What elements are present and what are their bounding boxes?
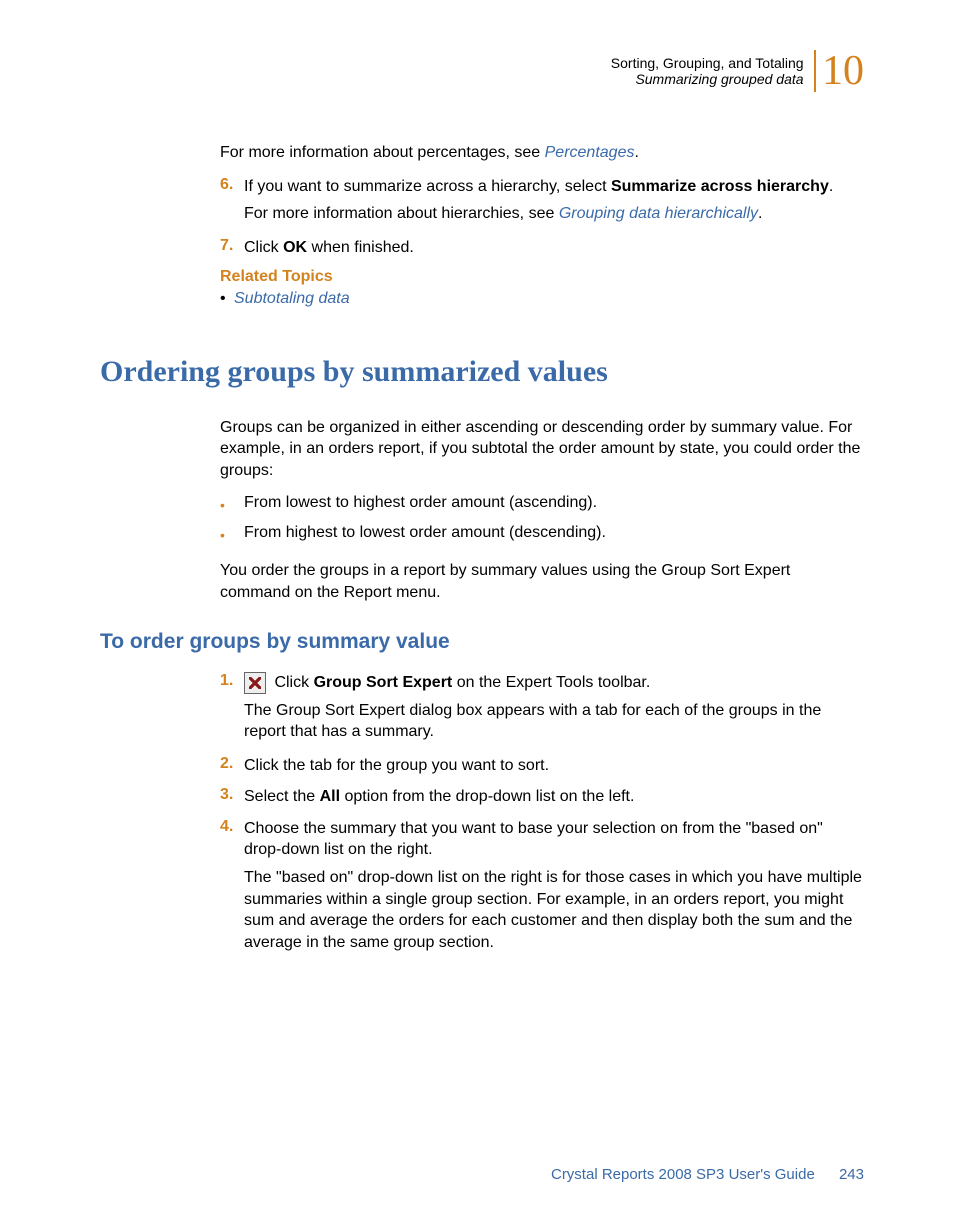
section-intro: Groups can be organized in either ascend… <box>220 417 864 482</box>
step-2: 2. Click the tab for the group you want … <box>220 755 864 781</box>
bullet-text: From highest to lowest order amount (des… <box>244 524 864 546</box>
step-6: 6. If you want to summarize across a hie… <box>220 176 864 198</box>
step-text: Click <box>270 674 314 691</box>
page-footer: Crystal Reports 2008 SP3 User's Guide 24… <box>551 1166 864 1183</box>
bullet-text: From lowest to highest order amount (asc… <box>244 494 864 516</box>
step-number: 6. <box>220 176 244 198</box>
subtotaling-data-link[interactable]: Subtotaling data <box>234 290 350 307</box>
step-text-after: option from the drop-down list on the le… <box>340 788 634 805</box>
header-chapter-title: Sorting, Grouping, and Totaling <box>611 55 804 71</box>
intro-suffix: . <box>634 144 638 161</box>
step-bold: Summarize across hierarchy <box>611 178 829 195</box>
step-text: If you want to summarize across a hierar… <box>244 178 611 195</box>
step-1: 1. Click Group Sort Expert on the Expert… <box>220 672 864 694</box>
step-4-sub: The "based on" drop-down list on the rig… <box>244 867 864 953</box>
percentages-link[interactable]: Percentages <box>545 144 635 161</box>
step-text-after: . <box>829 178 833 195</box>
step-text: Select the <box>244 788 320 805</box>
step-number: 7. <box>220 237 244 263</box>
chapter-number: 10 <box>814 50 864 92</box>
bullet-icon: • <box>220 524 244 546</box>
step-text: Click <box>244 239 283 256</box>
section-outro: You order the groups in a report by summ… <box>220 560 864 603</box>
step-4: 4. Choose the summary that you want to b… <box>220 818 864 861</box>
bullet-icon: • <box>220 494 244 516</box>
sub-suffix: . <box>758 205 762 222</box>
step-bold: All <box>320 788 340 805</box>
step-3: 3. Select the All option from the drop-d… <box>220 786 864 812</box>
step-number: 2. <box>220 755 244 781</box>
group-sort-expert-icon <box>244 672 266 694</box>
bullet-icon: • <box>220 288 234 310</box>
page-header: Sorting, Grouping, and Totaling Summariz… <box>100 50 864 92</box>
list-item: • From lowest to highest order amount (a… <box>220 494 864 516</box>
step-bold: OK <box>283 239 307 256</box>
related-topics-item: •Subtotaling data <box>220 288 864 310</box>
step-1-sub: The Group Sort Expert dialog box appears… <box>244 700 864 743</box>
step-number: 4. <box>220 818 244 861</box>
step-text: Click the tab for the group you want to … <box>244 757 549 774</box>
step-text-after: on the Expert Tools toolbar. <box>452 674 650 691</box>
step-6-sub: For more information about hierarchies, … <box>244 203 864 225</box>
step-text: Choose the summary that you want to base… <box>244 820 823 859</box>
step-7: 7. Click OK when finished. <box>220 237 864 263</box>
sub-text: For more information about hierarchies, … <box>244 205 559 222</box>
intro-text: For more information about percentages, … <box>220 144 545 161</box>
grouping-hierarchically-link[interactable]: Grouping data hierarchically <box>559 205 758 222</box>
step-number: 3. <box>220 786 244 812</box>
related-topics-heading: Related Topics <box>220 268 864 286</box>
intro-paragraph: For more information about percentages, … <box>220 142 864 164</box>
step-text-after: when finished. <box>307 239 414 256</box>
section-heading: Ordering groups by summarized values <box>100 355 864 389</box>
step-bold: Group Sort Expert <box>314 674 453 691</box>
list-item: • From highest to lowest order amount (d… <box>220 524 864 546</box>
page-number: 243 <box>839 1166 864 1183</box>
header-section-title: Summarizing grouped data <box>611 71 804 87</box>
subsection-heading: To order groups by summary value <box>100 630 864 654</box>
step-number: 1. <box>220 672 244 694</box>
footer-title: Crystal Reports 2008 SP3 User's Guide <box>551 1166 815 1183</box>
